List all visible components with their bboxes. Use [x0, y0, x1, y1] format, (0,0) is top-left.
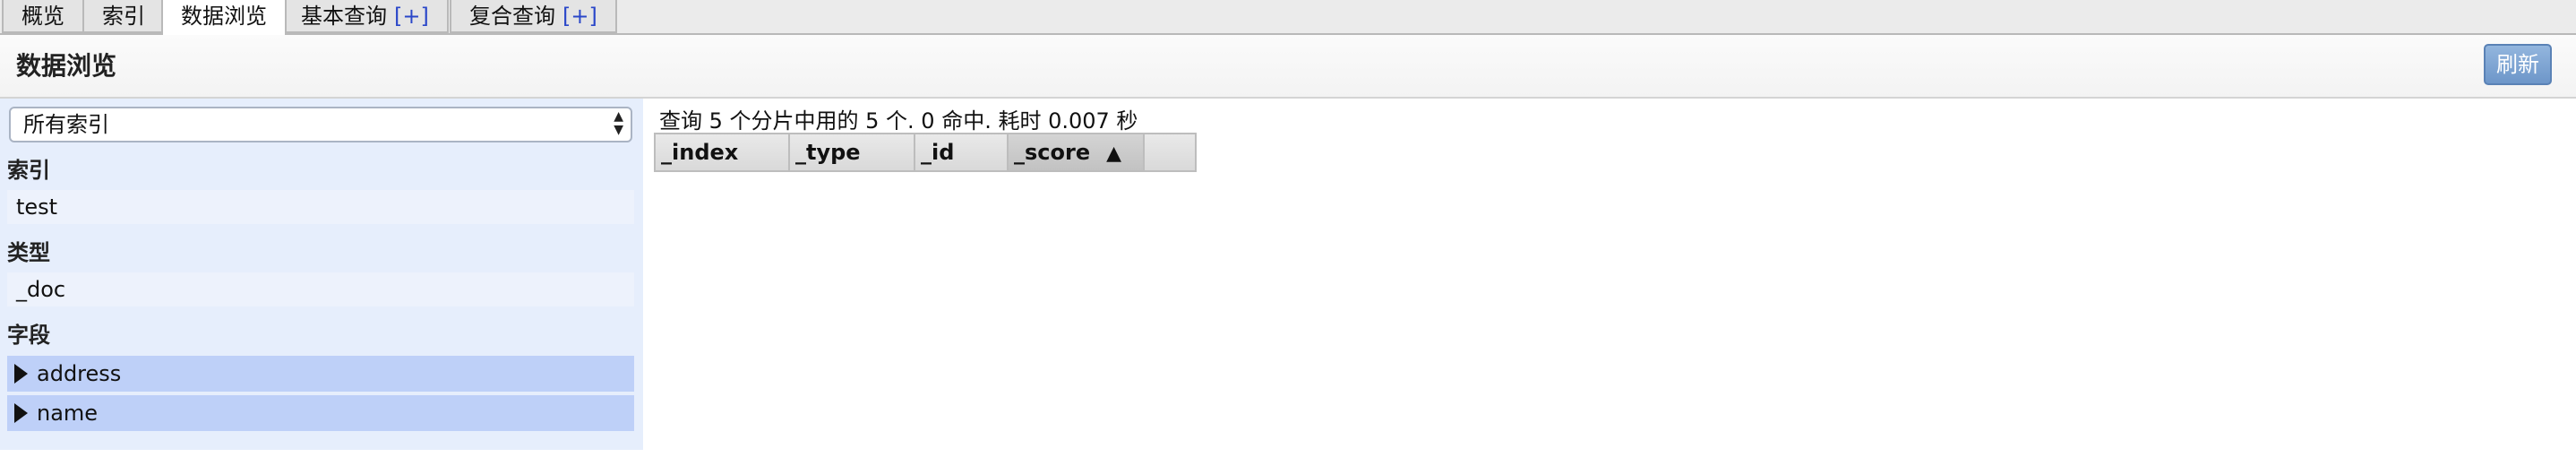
index-section-label: 索引: [7, 158, 50, 183]
tab-compound-query[interactable]: 复合查询 [+]: [450, 0, 617, 33]
refresh-button[interactable]: 刷新: [2484, 44, 2552, 85]
tab-bar: 概览 索引 数据浏览 基本查询 [+] 复合查询 [+]: [0, 0, 2576, 35]
results-table: _index _type _id _score ▲: [654, 133, 1197, 172]
index-filter-item[interactable]: test: [7, 190, 634, 224]
fields-section-label: 字段: [7, 323, 50, 348]
page-header: 数据浏览: [0, 35, 2576, 99]
tab-label: 基本查询: [301, 4, 387, 29]
field-item-name[interactable]: name: [7, 395, 634, 431]
type-filter-item[interactable]: _doc: [7, 272, 634, 306]
column-header-score[interactable]: _score ▲: [1007, 133, 1145, 172]
tab-add-button[interactable]: [+]: [562, 4, 597, 29]
index-select[interactable]: 所有索引 ▲ ▼: [9, 107, 632, 142]
tab-label: 数据浏览: [181, 4, 267, 29]
column-label: _score: [1014, 140, 1091, 165]
index-select-value: 所有索引: [23, 112, 109, 137]
field-item-address[interactable]: address: [7, 356, 634, 392]
tab-overview[interactable]: 概览: [2, 0, 84, 33]
tab-label: 索引: [102, 4, 145, 29]
sort-ascending-icon: ▲: [1106, 142, 1122, 165]
field-label: name: [37, 401, 99, 426]
filter-sidebar: 所有索引 ▲ ▼ 索引 test 类型 _doc 字段 address name: [0, 99, 643, 450]
column-header-id[interactable]: _id: [914, 133, 1009, 172]
query-status: 查询 5 个分片中用的 5 个. 0 命中. 耗时 0.007 秒: [659, 108, 1138, 134]
tab-indices[interactable]: 索引: [82, 0, 165, 33]
column-header-spacer: [1143, 133, 1197, 172]
select-arrows-icon: ▲ ▼: [614, 109, 623, 137]
type-section-label: 类型: [7, 240, 50, 265]
field-label: address: [37, 361, 122, 386]
tab-basic-query[interactable]: 基本查询 [+]: [281, 0, 449, 33]
tab-data-browse[interactable]: 数据浏览: [161, 0, 287, 35]
column-header-type[interactable]: _type: [788, 133, 915, 172]
table-header-row: _index _type _id _score ▲: [654, 133, 1197, 172]
expand-triangle-icon: [14, 402, 28, 423]
tab-label: 复合查询: [469, 4, 555, 29]
column-header-index[interactable]: _index: [654, 133, 790, 172]
tab-add-button[interactable]: [+]: [394, 4, 429, 29]
tab-label: 概览: [21, 4, 64, 29]
expand-triangle-icon: [14, 363, 28, 384]
page-title: 数据浏览: [16, 51, 117, 81]
